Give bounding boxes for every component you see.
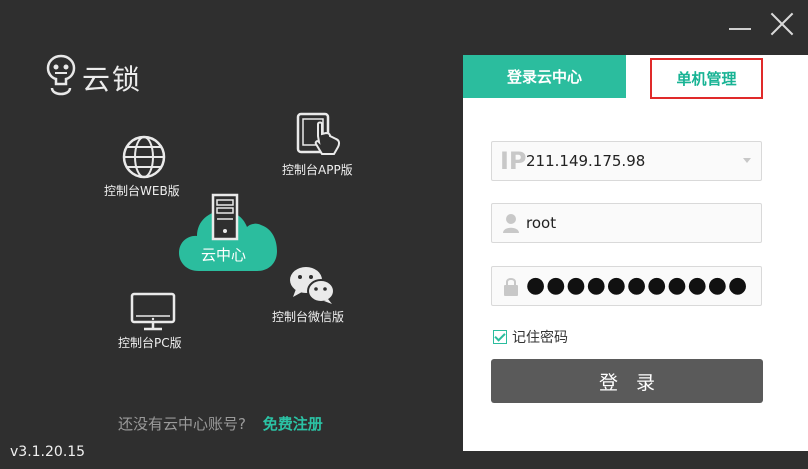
- remember-password[interactable]: 记住密码: [493, 327, 568, 347]
- tablet-touch-icon: [296, 112, 341, 155]
- node-label-wechat: 控制台微信版: [272, 310, 345, 324]
- server-ip-value: 211.149.175.98: [526, 152, 646, 170]
- wechat-icon: [290, 267, 335, 304]
- username-field[interactable]: root: [491, 203, 762, 243]
- lock-icon: [504, 278, 518, 296]
- username-value: root: [526, 214, 557, 232]
- server-ip-select[interactable]: IP 211.149.175.98: [491, 141, 762, 181]
- user-icon: [503, 214, 519, 233]
- close-button[interactable]: [770, 12, 794, 36]
- node-label-web: 控制台WEB版: [104, 184, 180, 198]
- node-label-pc: 控制台PC版: [118, 336, 182, 350]
- minimize-button[interactable]: [729, 28, 751, 30]
- password-mask: ●●●●●●●●●●●: [526, 273, 749, 298]
- signup-prompt: 还没有云中心账号? 免费注册: [118, 413, 323, 434]
- signup-link[interactable]: 免费注册: [263, 415, 323, 433]
- node-label-app: 控制台APP版: [282, 163, 353, 177]
- login-button[interactable]: 登录: [491, 359, 763, 403]
- password-field[interactable]: ●●●●●●●●●●●: [491, 266, 762, 306]
- ip-prefix-label: IP: [500, 147, 527, 175]
- signup-question: 还没有云中心账号?: [118, 415, 246, 433]
- remember-checkbox[interactable]: [493, 330, 507, 344]
- remember-label: 记住密码: [512, 330, 568, 346]
- globe-icon: [122, 135, 166, 179]
- tab-cloud-login[interactable]: 登录云中心: [463, 55, 626, 98]
- logo-text: 云锁: [82, 63, 143, 96]
- monitor-icon: [130, 292, 176, 331]
- version-label: v3.1.20.15: [10, 444, 86, 460]
- login-panel: 登录云中心 单机管理 IP 211.149.175.98 root ●●●●●●…: [463, 55, 808, 451]
- logo-icon: [46, 54, 76, 96]
- tab-standalone[interactable]: 单机管理: [650, 58, 763, 99]
- cloud-center-label: 云中心: [201, 246, 247, 264]
- chevron-down-icon[interactable]: [743, 158, 751, 163]
